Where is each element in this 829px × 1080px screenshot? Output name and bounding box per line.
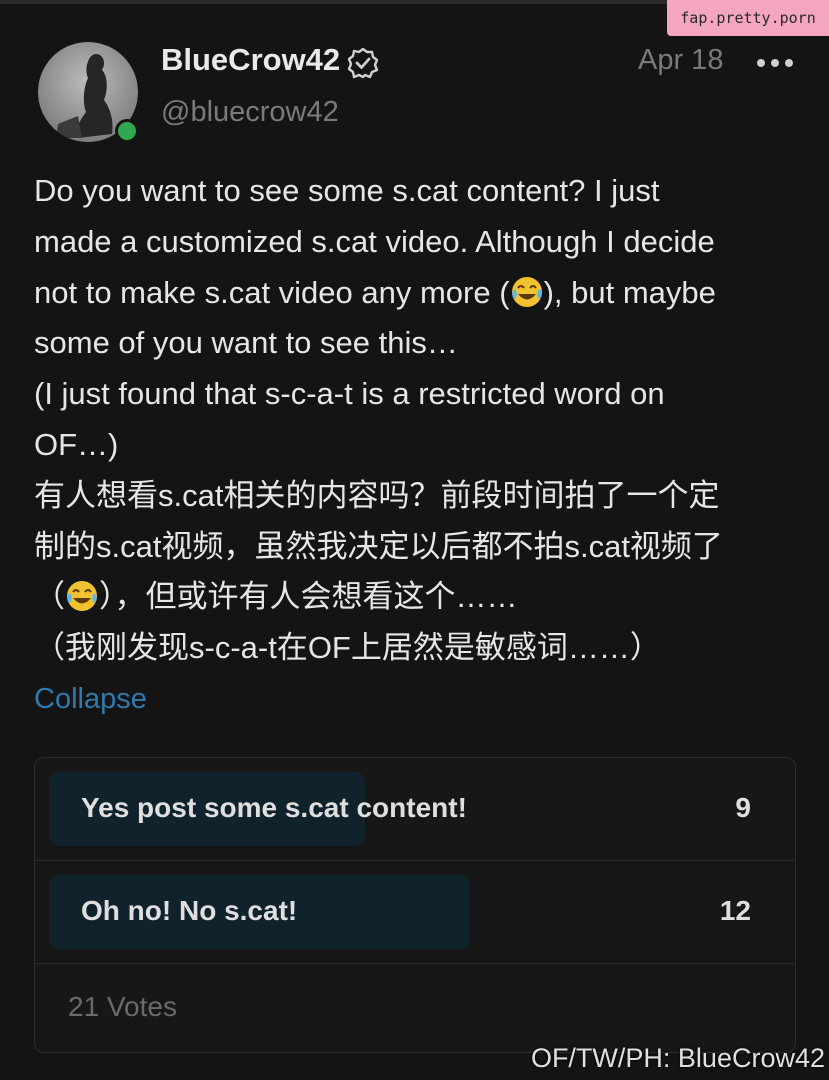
post-text-line: （我刚发现s-c-a-t在OF上居然是敏感词……）: [34, 630, 661, 666]
post-text-line: Do you want to see some s.cat content? I…: [34, 173, 660, 208]
post-text-line: ), but maybe: [543, 274, 716, 310]
tears-of-joy-emoji-icon: [511, 276, 542, 307]
tears-of-joy-emoji-icon: [67, 581, 97, 612]
post-date[interactable]: Apr 18: [638, 44, 723, 77]
post-text: Do you want to see some s.cat content? I…: [34, 166, 804, 674]
poll-option-yes[interactable]: Yes post some s.cat content! 9: [35, 758, 795, 861]
poll-option-count: 12: [719, 895, 751, 926]
post-text-line: some of you want to see this…: [34, 325, 458, 361]
verified-badge-icon: [346, 46, 380, 80]
poll-option-label: Oh no! No s.cat!: [81, 895, 298, 926]
post-text-line: 有人想看s.cat相关的内容吗？前段时间拍了一个定: [34, 477, 720, 513]
poll-option-no[interactable]: Oh no! No s.cat! 12: [35, 861, 795, 964]
poll: Yes post some s.cat content! 9 Oh no! No…: [34, 757, 796, 1053]
poll-option-label: Yes post some s.cat content!: [81, 792, 467, 823]
post-text-line: OF…): [34, 426, 119, 462]
post-text-line: (I just found that s-c-a-t is a restrict…: [34, 376, 665, 412]
more-options-icon[interactable]: [755, 54, 795, 72]
post-text-line: made a customized s.cat video. Although …: [34, 223, 715, 259]
post-text-line: ），但或许有人会想看这个……: [99, 579, 518, 615]
post-text-line: 制的s.cat视频，虽然我决定以后都不拍s.cat视频了: [34, 528, 723, 564]
post-text-line: （: [34, 579, 65, 615]
creator-credit-watermark: OF/TW/PH: BlueCrow42: [530, 1043, 825, 1073]
username[interactable]: @bluecrow42: [161, 96, 339, 129]
post-text-line: not to make s.cat video any more (: [34, 274, 510, 310]
avatar[interactable]: [38, 42, 139, 143]
site-watermark: fap.pretty.porn: [667, 0, 829, 36]
collapse-link[interactable]: Collapse: [34, 683, 147, 716]
poll-vote-total: 21 Votes: [68, 991, 177, 1022]
online-status-dot: [115, 119, 139, 143]
poll-option-count: 9: [735, 792, 751, 823]
display-name[interactable]: BlueCrow42: [161, 42, 340, 78]
